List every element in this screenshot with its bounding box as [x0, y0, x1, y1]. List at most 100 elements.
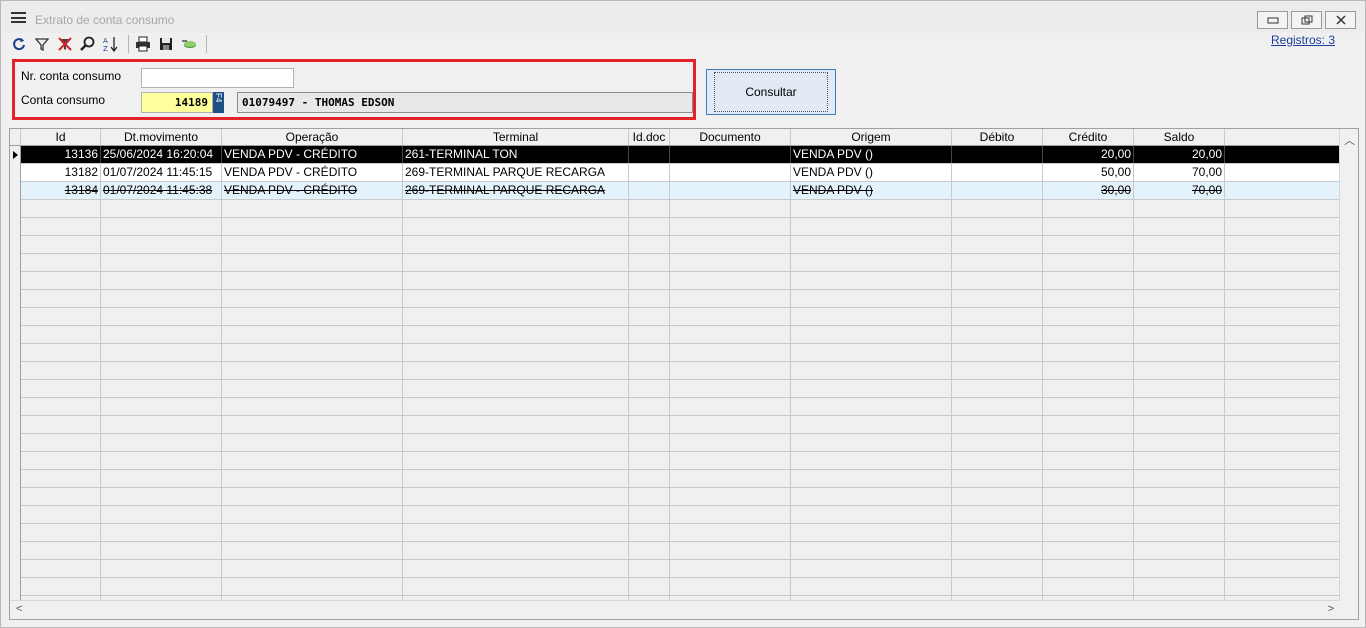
- cell-iddoc[interactable]: [629, 452, 670, 469]
- cell-documento[interactable]: [670, 542, 791, 559]
- cell-operacao[interactable]: [222, 398, 403, 415]
- table-row[interactable]: [10, 452, 1340, 470]
- cell-documento[interactable]: [670, 164, 791, 181]
- table-row[interactable]: [10, 254, 1340, 272]
- cell-iddoc[interactable]: [629, 470, 670, 487]
- cell-operacao[interactable]: [222, 308, 403, 325]
- cell-saldo[interactable]: [1134, 308, 1225, 325]
- cell-id[interactable]: [21, 434, 101, 451]
- cell-iddoc[interactable]: [629, 164, 670, 181]
- cell-iddoc[interactable]: [629, 344, 670, 361]
- cell-iddoc[interactable]: [629, 218, 670, 235]
- table-row[interactable]: 13182 01/07/2024 11:45:15 VENDA PDV - CRÉD…: [10, 164, 1340, 182]
- cell-debito[interactable]: [952, 380, 1043, 397]
- cell-iddoc[interactable]: [629, 200, 670, 217]
- cell-terminal[interactable]: [403, 434, 629, 451]
- cell-operacao[interactable]: [222, 434, 403, 451]
- table-row[interactable]: [10, 236, 1340, 254]
- cell-debito[interactable]: [952, 200, 1043, 217]
- row-indicator[interactable]: [10, 344, 21, 362]
- cell-id[interactable]: [21, 344, 101, 361]
- cell-id[interactable]: [21, 470, 101, 487]
- cell-origem[interactable]: [791, 524, 952, 541]
- table-row[interactable]: [10, 524, 1340, 542]
- save-button[interactable]: [156, 34, 176, 54]
- cell-credito[interactable]: [1043, 506, 1134, 523]
- cell-dt[interactable]: [101, 470, 222, 487]
- restore-button[interactable]: [1291, 11, 1322, 29]
- cell-origem[interactable]: [791, 560, 952, 577]
- row-indicator[interactable]: [10, 542, 21, 560]
- table-row[interactable]: 13136 25/06/2024 16:20:04 VENDA PDV - CRÉD…: [10, 146, 1340, 164]
- cell-terminal[interactable]: [403, 452, 629, 469]
- cell-saldo[interactable]: [1134, 326, 1225, 343]
- column-header-id[interactable]: Id: [21, 129, 101, 145]
- cell-debito[interactable]: [952, 236, 1043, 253]
- registros-count-link[interactable]: Registros: 3: [1271, 33, 1335, 47]
- cell-saldo[interactable]: [1134, 236, 1225, 253]
- cell-dt[interactable]: [101, 290, 222, 307]
- cell-operacao[interactable]: VENDA PDV - CRÉDITO: [222, 146, 403, 163]
- cell-documento[interactable]: [670, 362, 791, 379]
- cell-operacao[interactable]: [222, 200, 403, 217]
- cell-iddoc[interactable]: [629, 254, 670, 271]
- cell-dt[interactable]: [101, 236, 222, 253]
- table-row[interactable]: [10, 560, 1340, 578]
- cell-debito[interactable]: [952, 434, 1043, 451]
- cell-dt[interactable]: [101, 560, 222, 577]
- cell-id[interactable]: [21, 200, 101, 217]
- cell-credito[interactable]: [1043, 470, 1134, 487]
- row-indicator[interactable]: [10, 452, 21, 470]
- results-grid[interactable]: Id Dt.movimento Operação Terminal Id.doc…: [9, 128, 1359, 620]
- cell-origem[interactable]: [791, 416, 952, 433]
- cell-operacao[interactable]: [222, 344, 403, 361]
- cell-id[interactable]: [21, 326, 101, 343]
- cell-operacao[interactable]: [222, 218, 403, 235]
- cell-dt[interactable]: [101, 326, 222, 343]
- cell-operacao[interactable]: VENDA PDV - CRÉDITO: [222, 182, 403, 199]
- cell-origem[interactable]: VENDA PDV (): [791, 164, 952, 181]
- cell-documento[interactable]: [670, 578, 791, 595]
- cell-operacao[interactable]: [222, 380, 403, 397]
- cell-operacao[interactable]: [222, 470, 403, 487]
- table-row[interactable]: [10, 362, 1340, 380]
- cell-id[interactable]: [21, 524, 101, 541]
- cell-id[interactable]: 13136: [21, 146, 101, 163]
- cell-iddoc[interactable]: [629, 524, 670, 541]
- table-row[interactable]: [10, 326, 1340, 344]
- cell-terminal[interactable]: [403, 542, 629, 559]
- cell-terminal[interactable]: [403, 344, 629, 361]
- column-header-operacao[interactable]: Operação: [222, 129, 403, 145]
- cell-dt[interactable]: [101, 488, 222, 505]
- cell-debito[interactable]: [952, 254, 1043, 271]
- cell-operacao[interactable]: [222, 506, 403, 523]
- cell-dt[interactable]: [101, 380, 222, 397]
- sort-button[interactable]: AZ: [101, 34, 121, 54]
- table-row[interactable]: [10, 506, 1340, 524]
- cell-origem[interactable]: [791, 362, 952, 379]
- cell-credito[interactable]: [1043, 200, 1134, 217]
- cell-origem[interactable]: VENDA PDV (): [791, 146, 952, 163]
- cell-iddoc[interactable]: [629, 398, 670, 415]
- cell-iddoc[interactable]: [629, 308, 670, 325]
- table-row[interactable]: [10, 272, 1340, 290]
- cell-iddoc[interactable]: [629, 326, 670, 343]
- cell-dt[interactable]: [101, 200, 222, 217]
- cell-credito[interactable]: [1043, 488, 1134, 505]
- cell-documento[interactable]: [670, 290, 791, 307]
- cell-debito[interactable]: [952, 290, 1043, 307]
- table-row[interactable]: [10, 398, 1340, 416]
- cell-dt[interactable]: [101, 362, 222, 379]
- f4-lookup-button[interactable]: F4: [213, 92, 224, 113]
- close-button[interactable]: [1325, 11, 1356, 29]
- cell-documento[interactable]: [670, 146, 791, 163]
- row-indicator[interactable]: [10, 488, 21, 506]
- row-indicator[interactable]: [10, 236, 21, 254]
- cell-debito[interactable]: [952, 470, 1043, 487]
- cell-credito[interactable]: [1043, 308, 1134, 325]
- cell-saldo[interactable]: [1134, 272, 1225, 289]
- cell-saldo[interactable]: [1134, 218, 1225, 235]
- cell-terminal[interactable]: [403, 398, 629, 415]
- cell-dt[interactable]: [101, 416, 222, 433]
- cell-documento[interactable]: [670, 344, 791, 361]
